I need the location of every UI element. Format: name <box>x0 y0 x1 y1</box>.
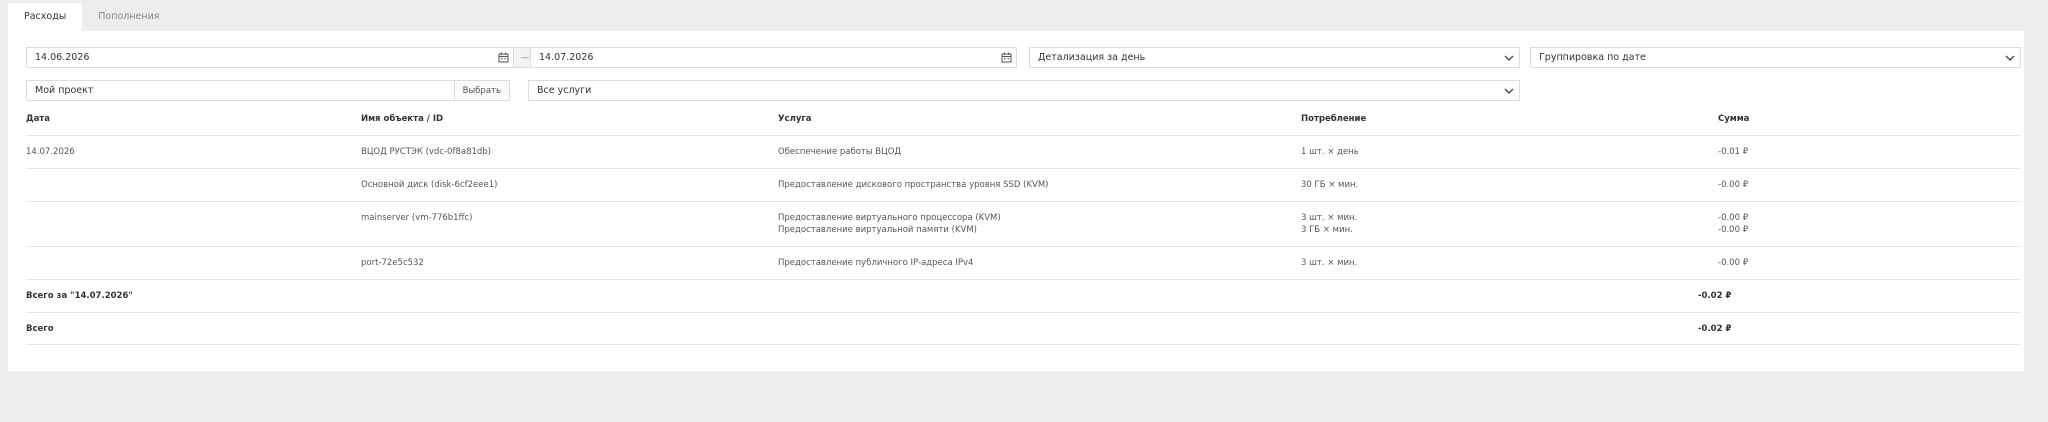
row-consumption: 3 шт. × мин. <box>1301 258 1358 268</box>
date-to-value: 14.07.2026 <box>539 52 594 63</box>
row-divider <box>26 246 2020 247</box>
row-object: port-72e5c532 <box>361 258 424 268</box>
services-select-value: Все услуги <box>537 85 592 96</box>
row-consumption: 30 ГБ × мин. <box>1301 180 1359 190</box>
header-divider <box>26 135 2020 136</box>
services-select[interactable]: Все услуги <box>528 80 1520 101</box>
row-consumption: 3 ГБ × мин. <box>1301 225 1353 235</box>
row-object: Основной диск (disk-6cf2eee1) <box>361 180 498 190</box>
row-service: Предоставление виртуального процессора (… <box>778 213 1001 223</box>
chevron-down-icon[interactable] <box>1499 81 1519 100</box>
row-divider <box>26 201 2020 202</box>
grouping-select-value: Группировка по дате <box>1539 52 1646 63</box>
chevron-down-icon[interactable] <box>1499 48 1519 67</box>
detail-select-value: Детализация за день <box>1038 52 1146 63</box>
project-field[interactable]: Мой проект Выбрать <box>26 80 510 101</box>
row-sum: -0.01 ₽ <box>1718 147 1749 157</box>
column-header-date: Дата <box>26 114 50 124</box>
date-from-value: 14.06.2026 <box>35 52 90 63</box>
tab-expenses[interactable]: Расходы <box>8 3 83 31</box>
row-divider <box>26 312 2020 313</box>
row-sum: -0.00 ₽ <box>1718 213 1749 223</box>
date-to-field[interactable]: 14.07.2026 <box>530 47 1017 68</box>
row-divider <box>26 168 2020 169</box>
row-sum: -0.00 ₽ <box>1718 180 1749 190</box>
subtotal-label: Всего за "14.07.2026" <box>26 291 133 301</box>
column-header-sum: Сумма <box>1718 114 1750 124</box>
column-header-service: Услуга <box>778 114 812 124</box>
row-divider <box>26 279 2020 280</box>
row-service: Предоставление дискового пространства ур… <box>778 180 1049 190</box>
row-service: Обеспечение работы ВЦОД <box>778 147 902 157</box>
detail-select[interactable]: Детализация за день <box>1029 47 1520 68</box>
calendar-icon[interactable] <box>493 48 513 67</box>
total-value: -0.02 ₽ <box>1698 324 1732 334</box>
row-object: ВЦОД РУСТЭК (vdc-0f8a81db) <box>361 147 491 157</box>
row-date: 14.07.2026 <box>26 147 75 157</box>
row-service: Предоставление публичного IP-адреса IPv4 <box>778 258 974 268</box>
select-project-button[interactable]: Выбрать <box>453 81 509 100</box>
tab-top-ups[interactable]: Пополнения <box>82 3 175 31</box>
row-consumption: 3 шт. × мин. <box>1301 213 1358 223</box>
column-header-object: Имя объекта / ID <box>361 114 444 124</box>
calendar-icon[interactable] <box>996 48 1016 67</box>
total-label: Всего <box>26 324 54 334</box>
row-sum: -0.00 ₽ <box>1718 258 1749 268</box>
chevron-down-icon[interactable] <box>2000 48 2020 67</box>
column-header-consumption: Потребление <box>1301 114 1367 124</box>
subtotal-value: -0.02 ₽ <box>1698 291 1732 301</box>
row-sum: -0.00 ₽ <box>1718 225 1749 235</box>
date-from-field[interactable]: 14.06.2026 <box>26 47 514 68</box>
tab-bar: Расходы Пополнения <box>8 3 176 31</box>
project-value: Мой проект <box>35 85 94 96</box>
row-consumption: 1 шт. × день <box>1301 147 1359 157</box>
row-service: Предоставление виртуальной памяти (KVM) <box>778 225 977 235</box>
report-panel: 14.06.2026 — 14.07.2026 Детализация за д… <box>8 31 2024 371</box>
row-object: mainserver (vm-776b1ffc) <box>361 213 473 223</box>
row-divider <box>26 344 2020 345</box>
grouping-select[interactable]: Группировка по дате <box>1530 47 2021 68</box>
